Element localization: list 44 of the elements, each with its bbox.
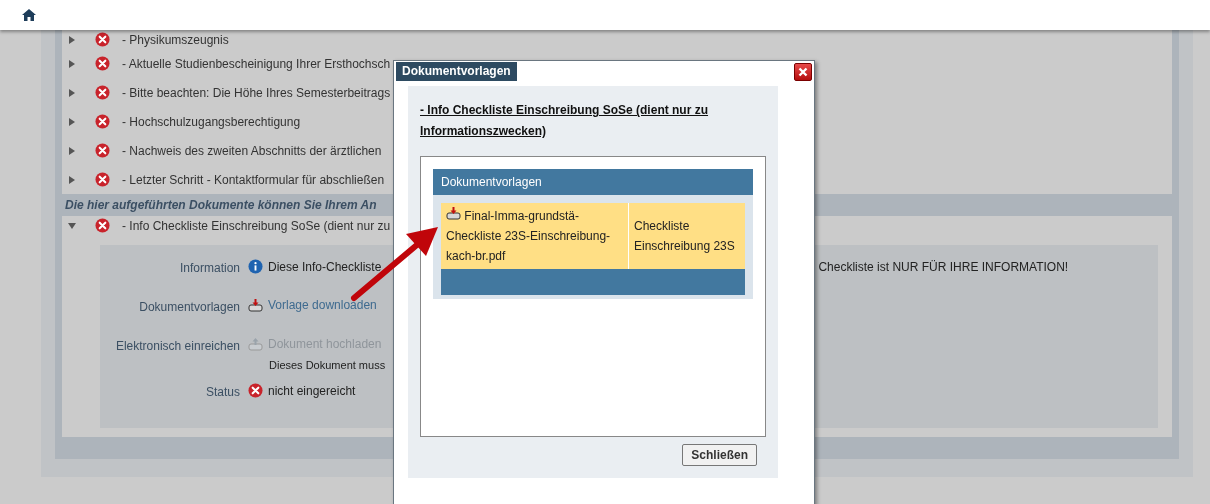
document-title[interactable]: - Bitte beachten: Die Höhe Ihres Semesterbeitrags <box>122 85 391 100</box>
error-icon <box>95 172 110 187</box>
close-button[interactable] <box>794 63 812 81</box>
info-icon <box>248 259 263 274</box>
error-icon <box>95 114 110 129</box>
field-label: Dokumentvorlagen <box>138 299 240 316</box>
file-cell[interactable]: Final-Imma-grundstä-Checkliste 23S-Einschreibung-kach-br.pdf <box>441 203 628 269</box>
document-title[interactable]: - Info Checkliste Einschreibung SoSe (dient nur zu <box>122 218 391 233</box>
expand-toggle-icon[interactable] <box>68 88 76 97</box>
information-text: Diese Info-Checkliste <box>268 259 382 274</box>
expand-toggle-icon[interactable] <box>68 221 76 230</box>
field-label: Status <box>204 384 240 401</box>
field-label: Elektronisch einreichen <box>114 338 240 355</box>
document-heading-link[interactable]: - Info Checkliste Einschreibung SoSe (dient nur zu Informationszwecken) <box>420 100 740 142</box>
expand-toggle-icon[interactable] <box>68 146 76 155</box>
document-title[interactable]: - Aktuelle Studienbescheinigung Ihrer Ersthochsch <box>122 56 391 71</box>
expand-toggle-icon[interactable] <box>68 117 76 126</box>
close-icon <box>798 67 808 77</box>
close-dialog-button[interactable]: Schließen <box>682 444 757 466</box>
status-text: nicht eingereicht <box>268 383 356 398</box>
home-icon[interactable] <box>22 9 36 21</box>
expand-toggle-icon[interactable] <box>68 35 76 44</box>
expand-toggle-icon[interactable] <box>68 59 76 68</box>
table-header: Dokumentvorlagen <box>433 169 753 195</box>
document-title[interactable]: - Nachweis des zweiten Abschnitts der ärztlichen <box>122 143 382 158</box>
document-title[interactable]: - Letzter Schritt - Kontaktformular für abschließen <box>122 172 385 187</box>
information-text: Checkliste ist NUR FÜR IHRE INFORMATION! <box>818 259 1069 274</box>
error-icon <box>95 56 110 71</box>
status-error-icon <box>248 383 263 398</box>
download-tray-icon <box>248 298 263 312</box>
note-text: Dieses Dokument muss <box>269 359 387 371</box>
description-cell: Checkliste Einschreibung 23S <box>629 203 745 269</box>
field-label: Information <box>178 260 240 277</box>
dialog-title: Dokumentvorlagen <box>396 62 517 81</box>
error-icon <box>95 218 110 233</box>
document-title[interactable]: - Hochschulzugangsberechtigung <box>122 114 301 129</box>
error-icon <box>95 32 110 47</box>
section-note: Die hier aufgeführten Dokumente können Sie Ihrem An <box>65 198 377 212</box>
upload-tray-icon <box>248 337 263 351</box>
document-title[interactable]: - Physikumszeugnis <box>122 32 229 47</box>
expand-toggle-icon[interactable] <box>68 175 76 184</box>
error-icon <box>95 143 110 158</box>
download-tray-icon <box>446 206 461 220</box>
error-icon <box>95 85 110 100</box>
